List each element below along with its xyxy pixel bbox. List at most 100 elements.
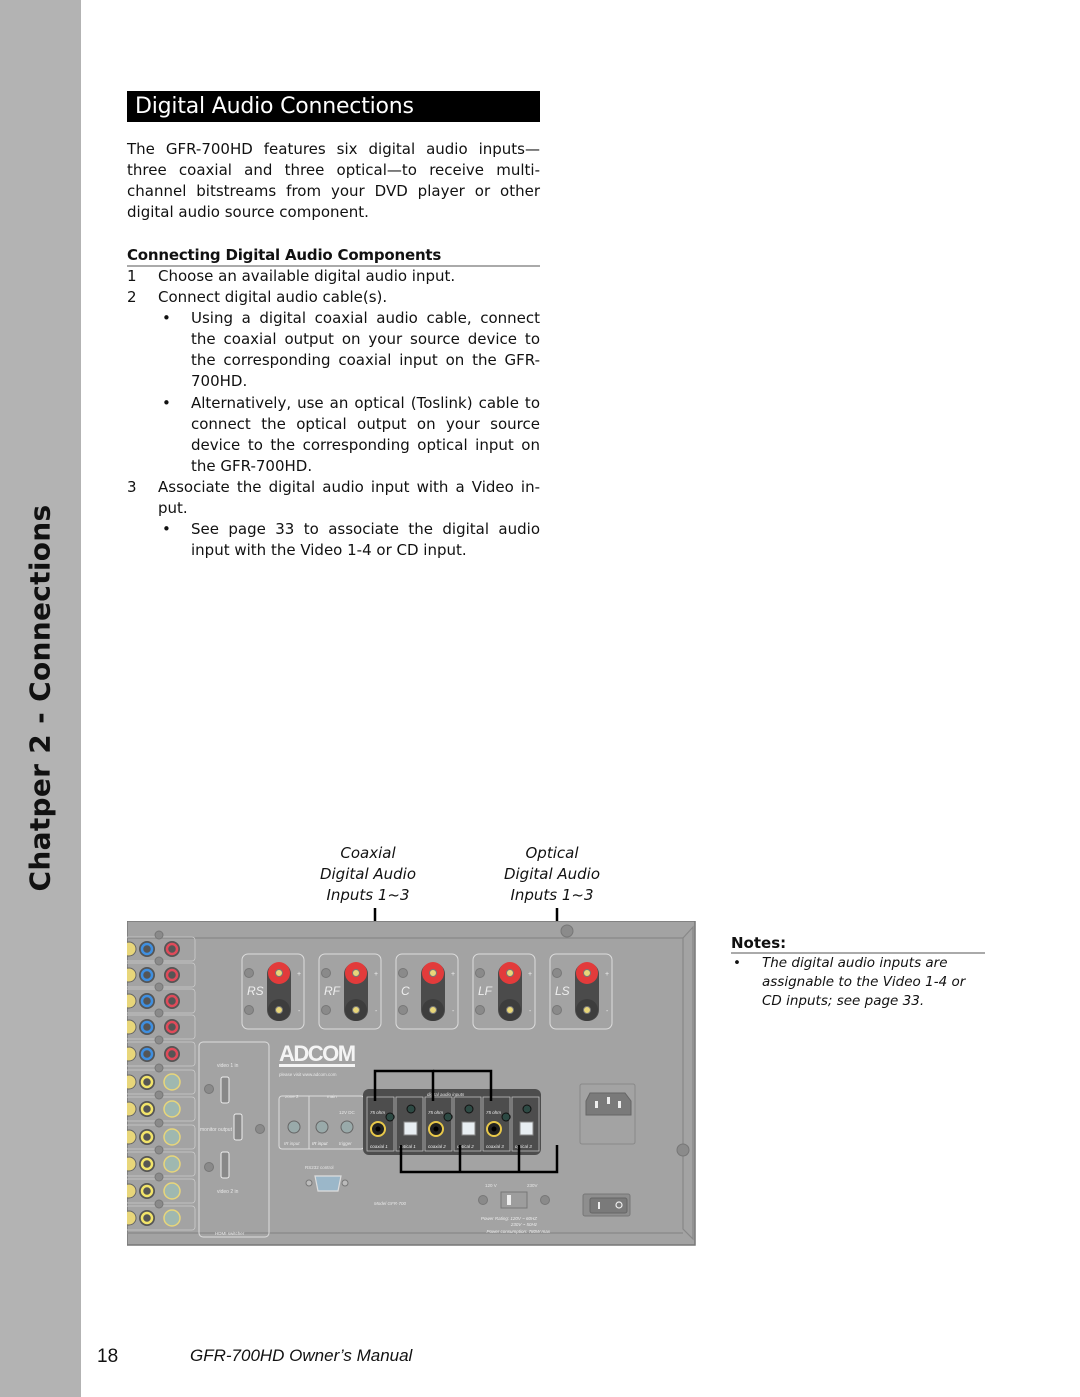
screw-icon	[321, 968, 331, 978]
main-label: main	[327, 1094, 337, 1099]
speaker-channel-label: RF	[324, 984, 341, 998]
speaker-channel-label: LS	[555, 984, 570, 998]
rca-jack[interactable]	[127, 1156, 137, 1172]
rca-jack[interactable]	[127, 1101, 137, 1117]
ir-main-jack[interactable]	[315, 1120, 329, 1134]
digital-input-label: coaxial 1	[370, 1144, 388, 1149]
jack-center	[433, 1126, 439, 1132]
rs232-screw	[305, 1179, 313, 1187]
rca-jack[interactable]	[127, 1183, 137, 1199]
svideo-jack[interactable]	[163, 1182, 181, 1200]
screw-icon	[560, 924, 574, 938]
post-center	[352, 1006, 360, 1014]
rs232-label: RS232 control	[305, 1165, 334, 1170]
rca-jack[interactable]	[127, 941, 137, 957]
voltage-selector[interactable]	[500, 1191, 528, 1209]
power-consumption-label: Power consumption: 780W max	[486, 1229, 550, 1234]
rca-jack[interactable]	[127, 993, 137, 1009]
plus-mark: +	[297, 971, 301, 978]
post-center	[352, 969, 360, 977]
rca-jack[interactable]	[127, 1129, 137, 1145]
hdmi-port-icon[interactable]	[233, 1113, 243, 1141]
post-center	[506, 1006, 514, 1014]
zone2-label: zone 2	[285, 1094, 299, 1099]
optical-input-jack[interactable]	[519, 1121, 534, 1136]
logo-underline	[279, 1064, 355, 1067]
plus-mark: +	[528, 971, 532, 978]
rca-jack[interactable]	[127, 1074, 137, 1090]
jack-center	[491, 1126, 497, 1132]
jack-center	[375, 1126, 381, 1132]
trigger-jack[interactable]	[340, 1120, 354, 1134]
post-center	[506, 969, 514, 977]
bullet-icon: •	[733, 955, 741, 971]
rca-jack[interactable]	[127, 1019, 137, 1035]
screw-icon	[154, 1008, 164, 1018]
model-label: Model GFR-700	[374, 1201, 407, 1206]
hdmi-video2-label: video 2 in	[217, 1189, 239, 1195]
screw-icon	[244, 968, 254, 978]
digital-input-label: coaxial 3	[486, 1144, 504, 1149]
screw-icon	[204, 1162, 214, 1172]
speaker-channel-label: RS	[247, 984, 264, 998]
post-center	[275, 969, 283, 977]
hdmi-port-icon[interactable]	[220, 1076, 230, 1104]
impedance-label: 75 ohm	[428, 1110, 443, 1115]
screw-icon	[478, 1195, 488, 1205]
screw-icon	[154, 1118, 164, 1128]
screw-icon	[204, 1084, 214, 1094]
optical-input-jack[interactable]	[403, 1121, 418, 1136]
page-number: 18	[97, 1346, 119, 1367]
plus-mark: +	[451, 971, 455, 978]
ac-pin	[618, 1101, 621, 1108]
svideo-jack[interactable]	[163, 1073, 181, 1091]
ac-pin	[595, 1101, 598, 1108]
rca-jack[interactable]	[127, 1046, 137, 1062]
screw-icon	[398, 1005, 408, 1015]
post-center	[583, 969, 591, 977]
ir-zone2-jack[interactable]	[287, 1120, 301, 1134]
ac-pin	[607, 1097, 610, 1104]
rca-jack[interactable]	[127, 1210, 137, 1226]
screw-icon	[540, 1195, 550, 1205]
screw-icon	[552, 1005, 562, 1015]
svideo-jack[interactable]	[163, 1100, 181, 1118]
post-center	[429, 1006, 437, 1014]
optical-input-jack[interactable]	[461, 1121, 476, 1136]
voltage-120-label: 120 V	[485, 1183, 497, 1188]
impedance-label: 75 ohm	[486, 1110, 501, 1115]
post-center	[429, 969, 437, 977]
power-rating-label: 230V ~ 50Hz	[510, 1222, 538, 1227]
screw-icon	[154, 1145, 164, 1155]
hdmi-port-icon[interactable]	[220, 1151, 230, 1179]
rs232-port-icon[interactable]	[314, 1175, 342, 1192]
svideo-jack[interactable]	[163, 1209, 181, 1227]
speaker-channel-label: C	[401, 984, 410, 998]
impedance-label: 75 ohm	[370, 1110, 385, 1115]
website-label: please visit www.adcom.com	[279, 1072, 337, 1077]
screw-icon	[154, 1172, 164, 1182]
switch-on-mark	[598, 1202, 600, 1209]
screw-icon	[154, 956, 164, 966]
svideo-jack[interactable]	[163, 1155, 181, 1173]
screw-icon	[676, 1143, 690, 1157]
rca-jack[interactable]	[127, 967, 137, 983]
screw-icon	[154, 1090, 164, 1100]
screw-icon	[154, 1035, 164, 1045]
manual-title: GFR-700HD Owner’s Manual	[190, 1346, 413, 1365]
screw-icon	[255, 1124, 265, 1134]
screw-icon	[154, 1063, 164, 1073]
trigger-label: trigger	[339, 1141, 352, 1146]
svideo-jack[interactable]	[163, 1128, 181, 1146]
voltage-selector-knob	[507, 1195, 511, 1205]
screw-icon	[154, 1199, 164, 1209]
hdmi-group-label: HDMI switcher	[215, 1231, 245, 1236]
screw-icon	[406, 1104, 416, 1114]
screw-icon	[154, 930, 164, 940]
notes-text: The digital audio inputs are assignable …	[762, 955, 966, 1009]
screw-icon	[321, 1005, 331, 1015]
trigger-voltage-label: 12V DC	[339, 1110, 356, 1115]
post-center	[583, 1006, 591, 1014]
plus-mark: +	[374, 971, 378, 978]
rear-panel-diagram: RS+-RF+-C+-LF+-LS+- video 1 in monitor o…	[127, 921, 696, 1246]
